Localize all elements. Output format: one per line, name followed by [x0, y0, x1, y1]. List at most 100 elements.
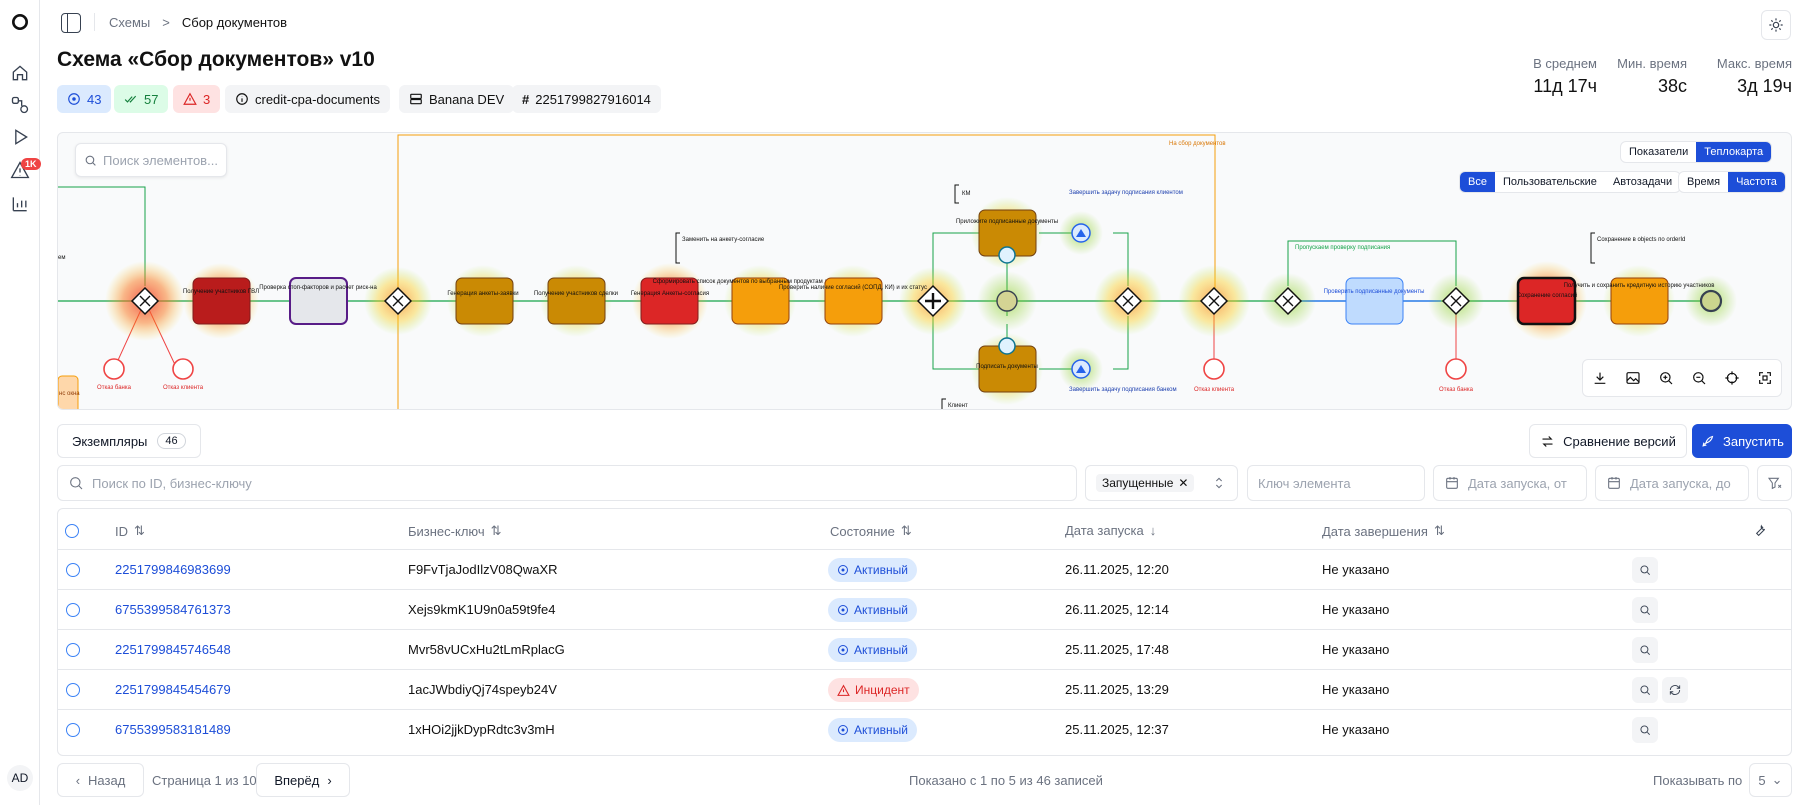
row-checkbox[interactable]: [66, 683, 80, 697]
sort-desc-icon: ↓: [1149, 523, 1157, 538]
sort-icon: ⇅: [900, 523, 912, 538]
row-checkbox[interactable]: [66, 603, 80, 617]
table-row[interactable]: 2251799845746548 Mvr58vUCxHu2tLmRplacG Акт…: [58, 629, 1791, 669]
table-row[interactable]: 6755399584761373 Xejs9kmK1U9n0a59t9fe4 Акт…: [58, 589, 1791, 629]
table-row[interactable]: 2251799845454679 1acJWbdiyQj74speyb24V Инц…: [58, 669, 1791, 709]
select-all-checkbox[interactable]: [65, 524, 79, 538]
sort-icon: ⇅: [1433, 523, 1445, 538]
filter-all[interactable]: Все: [1460, 172, 1495, 192]
task-sign-documents[interactable]: Подписать документы: [976, 364, 1038, 370]
active-status-icon: [838, 645, 848, 655]
sidebar-toggle-icon[interactable]: [61, 13, 81, 33]
header-end-date[interactable]: Дата завершения ⇅: [1322, 523, 1445, 539]
view-instance-button[interactable]: [1632, 597, 1658, 623]
view-instance-button[interactable]: [1632, 637, 1658, 663]
bpmn-diagram-canvas[interactable]: На сбор документов Получение участников: [57, 132, 1792, 410]
per-page-select[interactable]: 5 ⌄: [1749, 763, 1792, 797]
zoom-icon: [1640, 605, 1650, 615]
prev-page-button[interactable]: ‹ Назад: [57, 763, 144, 797]
annotation-save-orderid: Сохранение в objects по orderId: [1597, 237, 1685, 243]
breadcrumb-separator: >: [162, 15, 170, 30]
error-bank-label: Отказ банка: [97, 385, 132, 391]
header-business-key[interactable]: Бизнес-ключ ⇅: [408, 523, 502, 539]
home-icon[interactable]: [8, 61, 32, 85]
task-check-stop-factors[interactable]: Проверка стоп-факторов и расчет риск-на: [259, 285, 377, 291]
event-finish-task-bank: Завершить задачу подписания банком: [1069, 387, 1177, 393]
business-key: 1xHOi2jjkDypRdtc3v3mH: [408, 722, 555, 737]
zoom-out-icon[interactable]: [1691, 370, 1707, 386]
theme-toggle-button[interactable]: [1761, 10, 1791, 40]
image-export-icon[interactable]: [1625, 370, 1641, 386]
element-key-input[interactable]: Ключ элемента: [1247, 465, 1425, 501]
instance-id-link[interactable]: 6755399583181489: [115, 722, 231, 737]
next-page-button[interactable]: Вперёд ›: [256, 763, 350, 797]
task-check-consents[interactable]: Проверить наличие согласий (СОПД, КИ) и …: [779, 284, 927, 291]
process-key: credit-cpa-documents: [255, 91, 380, 107]
metric-time[interactable]: Время: [1679, 172, 1728, 192]
filter-user[interactable]: Пользовательские: [1495, 172, 1605, 192]
table-row[interactable]: 6755399583181489 1xHOi2jjkDypRdtc3v3mH Акт…: [58, 709, 1791, 749]
user-avatar[interactable]: AD: [7, 765, 33, 791]
header-state[interactable]: Состояние ⇅: [830, 523, 912, 539]
retry-button[interactable]: [1662, 677, 1688, 703]
active-count: 43: [87, 91, 102, 107]
metric-toggle[interactable]: Время Частота: [1678, 171, 1786, 193]
remove-tag-icon[interactable]: ✕: [1178, 476, 1188, 490]
instance-search-input[interactable]: Поиск по ID, бизнес-ключу: [57, 465, 1077, 501]
header-start-date[interactable]: Дата запуска ↓: [1065, 523, 1156, 538]
table-row[interactable]: 2251799846983699 F9FvTjaJodIlzV08QwaXR Акт…: [58, 549, 1791, 589]
play-icon[interactable]: [8, 125, 32, 149]
end-date: Не указано: [1322, 642, 1390, 657]
date-to-input[interactable]: Дата запуска, до: [1595, 465, 1749, 501]
task-filter-toggle[interactable]: Все Пользовательские Автозадачи: [1459, 171, 1682, 193]
analytics-icon[interactable]: [8, 192, 32, 216]
view-heatmap-tab[interactable]: Теплокарта: [1696, 142, 1772, 162]
task-check-signed-documents[interactable]: Проверить подписанные документы: [1324, 289, 1425, 295]
header-id[interactable]: ID ⇅: [115, 523, 145, 539]
instance-id-link[interactable]: 2251799845746548: [115, 642, 231, 657]
refresh-icon: [1669, 685, 1681, 695]
schemas-icon[interactable]: [8, 93, 32, 117]
tab-instances[interactable]: Экземпляры 46: [57, 424, 201, 458]
task-generate-consent[interactable]: Генерация Анкеты-согласия: [631, 291, 709, 297]
metric-frequency[interactable]: Частота: [1728, 172, 1785, 192]
task-get-members-gvl[interactable]: Получение участников ГВЛ: [183, 289, 259, 295]
filter-auto[interactable]: Автозадачи: [1605, 172, 1680, 192]
date-from-input[interactable]: Дата запуска, от: [1433, 465, 1587, 501]
download-icon[interactable]: [1592, 370, 1608, 386]
compare-versions-button[interactable]: Сравнение версий: [1529, 424, 1687, 458]
view-toggle[interactable]: Показатели Теплокарта: [1620, 141, 1773, 163]
run-button[interactable]: Запустить: [1692, 424, 1792, 458]
filter-clear-icon: [1767, 477, 1781, 490]
wrench-icon[interactable]: [1752, 522, 1768, 538]
task-attach-signed-documents[interactable]: Приложите подписанные документы: [956, 219, 1058, 225]
element-search-input[interactable]: Поиск элементов...: [75, 143, 227, 177]
task-generate-application[interactable]: Генерация анкеты-заявки: [447, 291, 518, 297]
task-get-credit-history[interactable]: Получить и сохранить кредитную историю у…: [1564, 283, 1715, 289]
state-filter-select[interactable]: Запущенные ✕: [1085, 465, 1238, 501]
view-instance-button[interactable]: [1632, 557, 1658, 583]
instance-id-link[interactable]: 6755399584761373: [115, 602, 231, 617]
row-checkbox[interactable]: [66, 563, 80, 577]
instance-id-link[interactable]: 2251799846983699: [115, 562, 231, 577]
zoom-in-icon[interactable]: [1658, 370, 1674, 386]
instances-count-badge: 46: [157, 433, 186, 449]
task-save-consents[interactable]: Сохранение согласий: [1517, 292, 1578, 299]
instance-id-link[interactable]: 2251799845454679: [115, 682, 231, 697]
double-check-icon: [124, 95, 137, 103]
view-instance-button[interactable]: [1632, 717, 1658, 743]
row-checkbox[interactable]: [66, 723, 80, 737]
breadcrumb-root[interactable]: Схемы: [109, 15, 150, 30]
diagram-toolbar: [1582, 359, 1782, 397]
logo-icon[interactable]: [8, 10, 32, 34]
task-get-deal-members[interactable]: Получение участников сделки: [534, 291, 618, 297]
center-icon[interactable]: [1724, 370, 1740, 386]
row-checkbox[interactable]: [66, 643, 80, 657]
clear-filters-button[interactable]: [1757, 465, 1792, 501]
rocket-icon: [1702, 435, 1714, 447]
chevron-down-icon: ⌄: [1771, 772, 1783, 787]
view-metrics-tab[interactable]: Показатели: [1621, 142, 1696, 162]
view-instance-button[interactable]: [1632, 677, 1658, 703]
business-key: Xejs9kmK1U9n0a59t9fe4: [408, 602, 556, 617]
fit-screen-icon[interactable]: [1757, 370, 1773, 386]
